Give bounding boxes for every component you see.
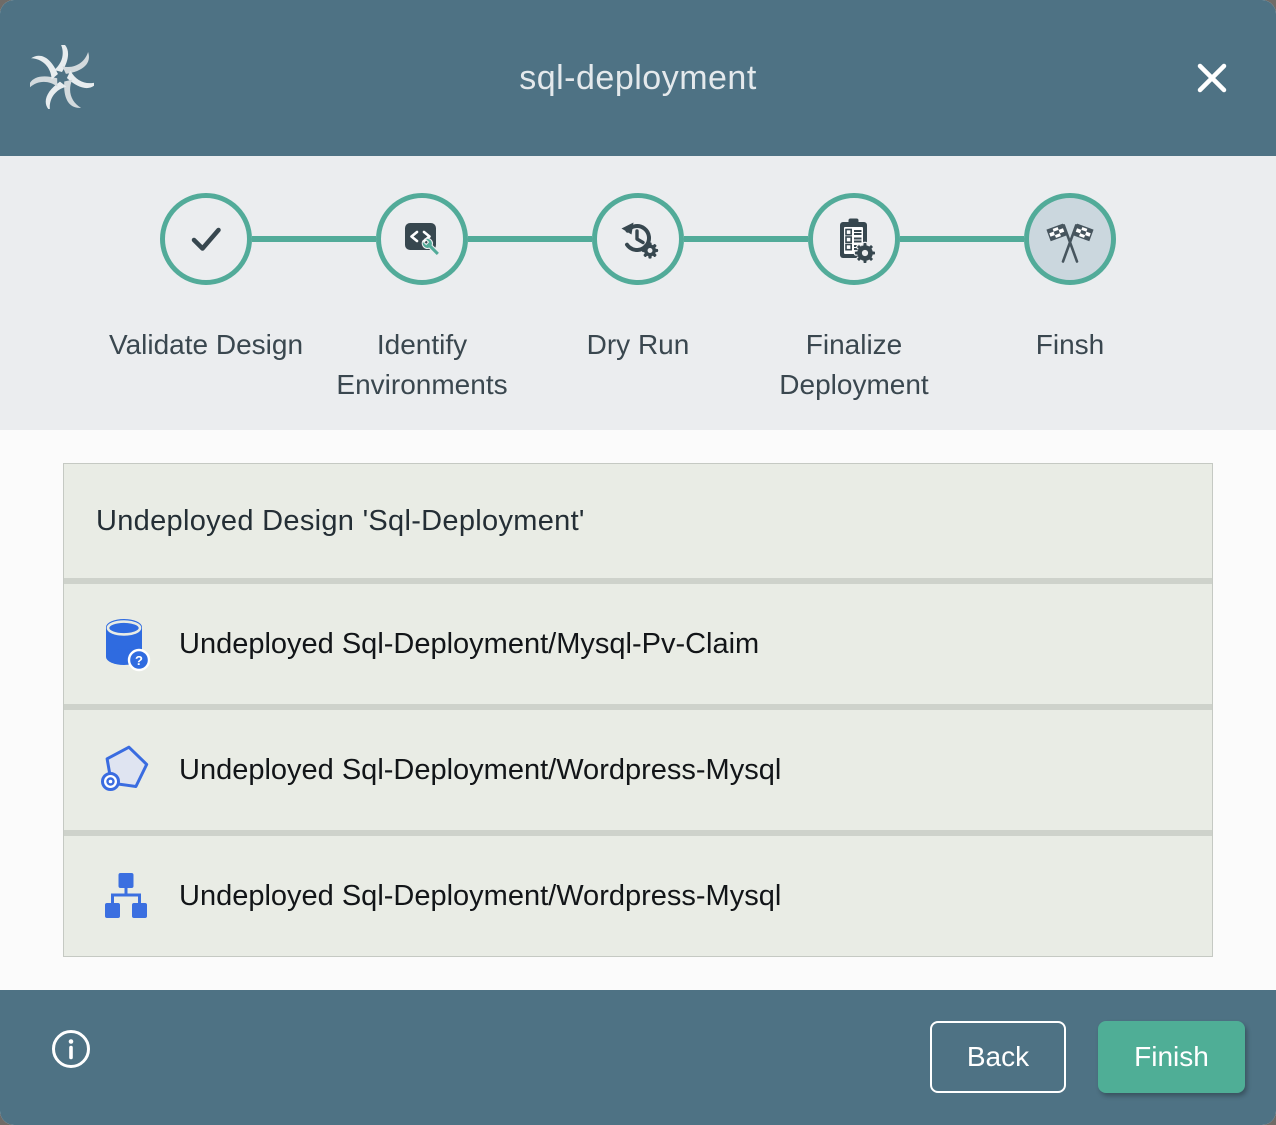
footer-actions: Back Finish [930, 1021, 1245, 1093]
stepper: Validate Design Identify Environments [0, 156, 1276, 430]
screen-backdrop: sql-deployment Validate Design [0, 0, 1276, 1125]
result-row-wordpress-mysql-2: Undeployed Sql-Deployment/Wordpress-Mysq… [64, 830, 1212, 956]
results-header-row: Undeployed Design 'Sql-Deployment' [64, 464, 1212, 578]
tree-hierarchy-icon [99, 867, 153, 925]
step-label: Dry Run [587, 325, 690, 365]
results-section: Undeployed Design 'Sql-Deployment' ? [0, 430, 1276, 990]
dialog-title: sql-deployment [519, 59, 757, 98]
check-icon [160, 193, 252, 285]
meshery-logo-icon [30, 45, 94, 109]
step-label: Finsh [1036, 325, 1104, 365]
step-validate-design: Validate Design [98, 193, 314, 430]
database-question-icon: ? [99, 615, 153, 673]
result-text: Undeployed Sql-Deployment/Wordpress-Mysq… [179, 880, 781, 913]
result-text: Undeployed Sql-Deployment/Wordpress-Mysq… [179, 754, 781, 787]
step-label: Finalize Deployment [752, 325, 957, 405]
checkered-flags-icon [1024, 193, 1116, 285]
results-panel: Undeployed Design 'Sql-Deployment' ? [63, 463, 1213, 957]
info-icon[interactable] [50, 1028, 92, 1070]
svg-text:?: ? [135, 653, 143, 668]
step-label: Validate Design [109, 325, 303, 365]
dialog-header: sql-deployment [0, 0, 1276, 156]
deployment-wizard-dialog: sql-deployment Validate Design [0, 0, 1276, 1125]
back-button[interactable]: Back [930, 1021, 1066, 1093]
close-icon[interactable] [1190, 56, 1234, 100]
result-text: Undeployed Sql-Deployment/Mysql-Pv-Claim [179, 628, 759, 661]
dialog-footer: Back Finish [0, 990, 1276, 1125]
code-window-wrench-icon [376, 193, 468, 285]
results-header-text: Undeployed Design 'Sql-Deployment' [96, 505, 585, 538]
clipboard-gear-icon [808, 193, 900, 285]
step-identify-environments: Identify Environments [314, 193, 530, 430]
result-row-wordpress-mysql-1: Undeployed Sql-Deployment/Wordpress-Mysq… [64, 704, 1212, 830]
finish-button[interactable]: Finish [1098, 1021, 1245, 1093]
result-row-mysql-pv-claim: ? Undeployed Sql-Deployment/Mysql-Pv-Cla… [64, 578, 1212, 704]
step-dry-run: Dry Run [530, 193, 746, 430]
rerun-gear-icon [592, 193, 684, 285]
step-finish: Finsh [962, 193, 1178, 430]
pentagon-badge-icon [99, 741, 153, 799]
step-finalize-deployment: Finalize Deployment [746, 193, 962, 430]
step-label: Identify Environments [320, 325, 525, 405]
